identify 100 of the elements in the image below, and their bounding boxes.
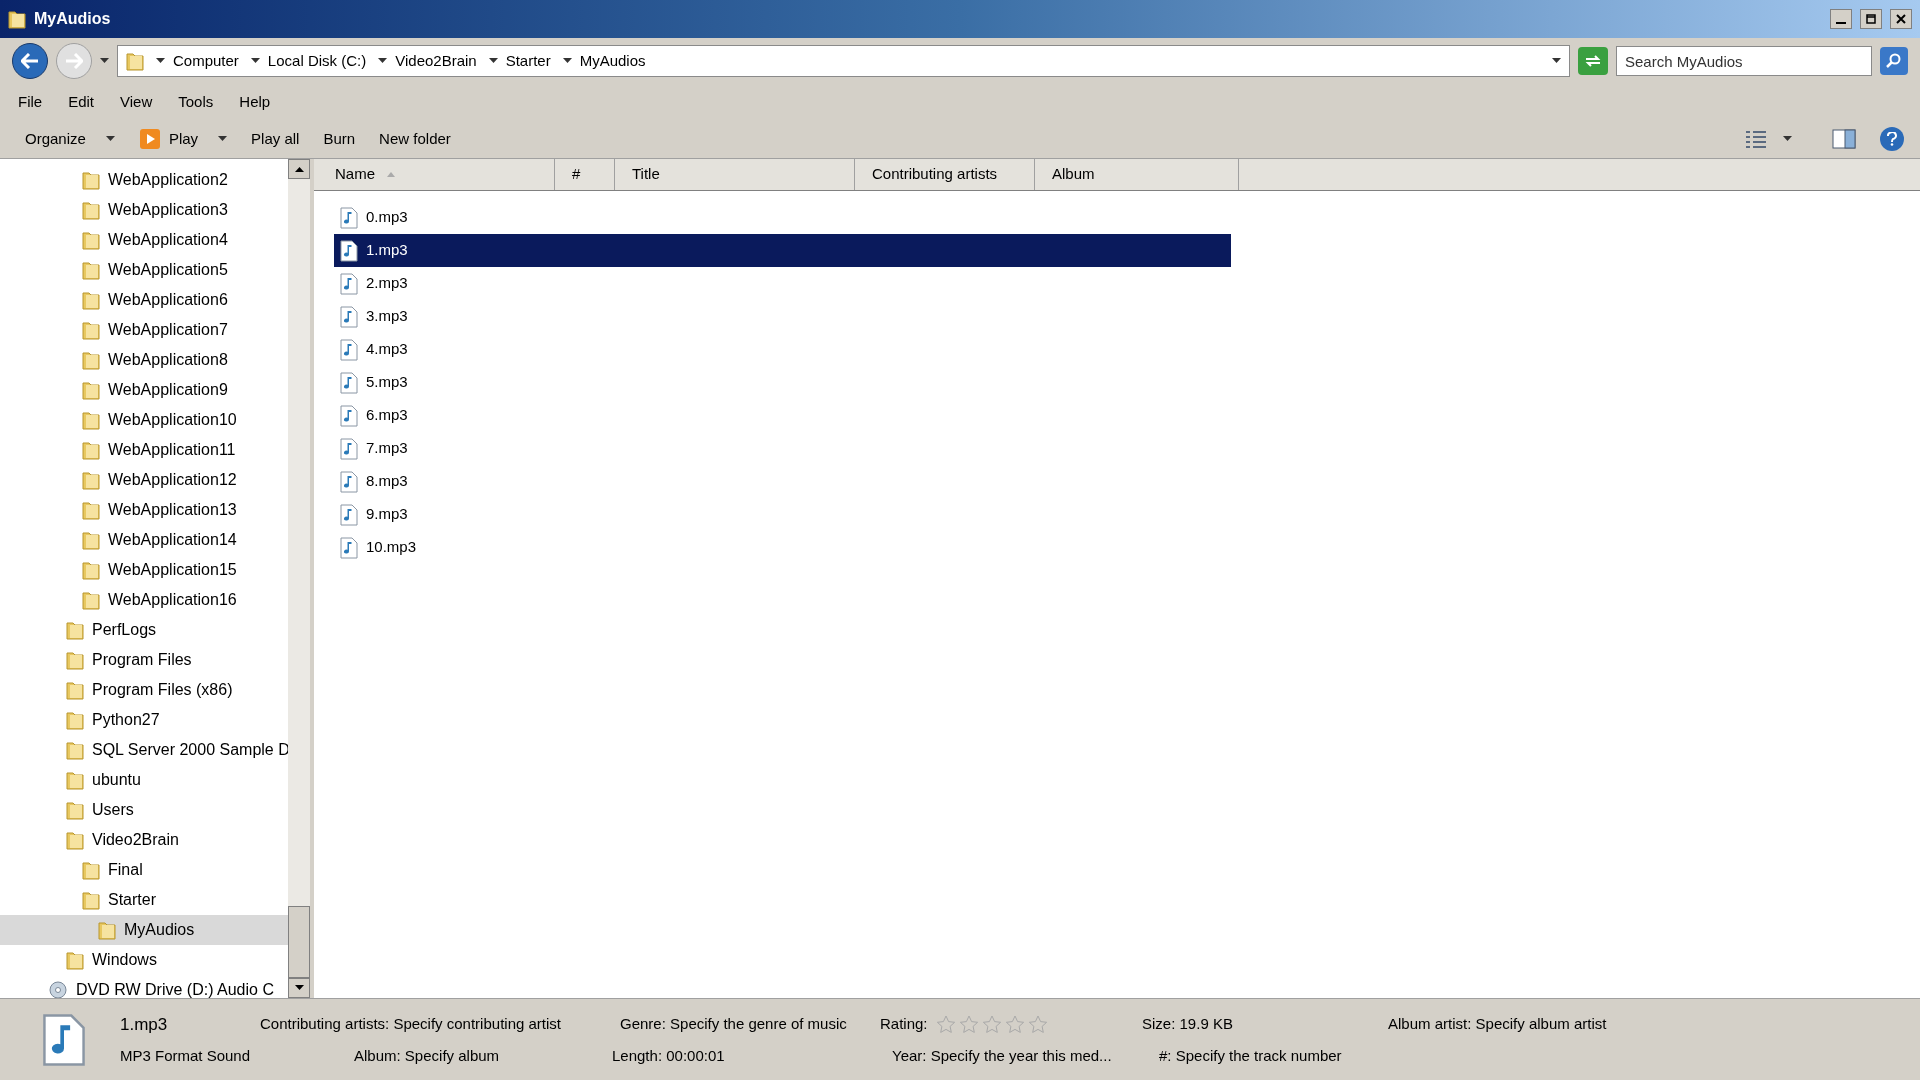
- breadcrumb[interactable]: Video2Brain: [395, 49, 477, 73]
- details-view-icon: [1745, 130, 1767, 148]
- column-header[interactable]: Contributing artists: [855, 159, 1035, 190]
- search-icon: [1886, 53, 1902, 69]
- tree-item[interactable]: WebApplication11: [0, 435, 288, 465]
- tree-item[interactable]: WebApplication14: [0, 525, 288, 555]
- toolbar-button[interactable]: Organize: [25, 127, 115, 151]
- tree-item[interactable]: WebApplication5: [0, 255, 288, 285]
- tree-item[interactable]: WebApplication6: [0, 285, 288, 315]
- breadcrumb[interactable]: Computer: [173, 49, 239, 73]
- menu-item[interactable]: Help: [239, 90, 271, 114]
- tree-item[interactable]: WebApplication9: [0, 375, 288, 405]
- tree-item[interactable]: PerfLogs: [0, 615, 288, 645]
- back-button[interactable]: [12, 43, 48, 79]
- menu-item[interactable]: Edit: [68, 90, 95, 114]
- file-row[interactable]: 2.mp3: [334, 267, 1231, 300]
- tree-item[interactable]: WebApplication2: [0, 165, 288, 195]
- file-row[interactable]: 3.mp3: [334, 300, 1231, 333]
- preview-pane-button[interactable]: [1832, 129, 1856, 149]
- file-row[interactable]: 6.mp3: [334, 399, 1231, 432]
- scroll-down-button[interactable]: [288, 978, 310, 998]
- maximize-icon: [1866, 14, 1876, 24]
- breadcrumb[interactable]: Local Disk (C:): [267, 49, 367, 73]
- scroll-up-button[interactable]: [288, 159, 310, 179]
- tree-item[interactable]: Python27: [0, 705, 288, 735]
- minimize-button[interactable]: [1830, 9, 1852, 29]
- help-button[interactable]: [1880, 127, 1904, 151]
- search-field[interactable]: Search MyAudios: [1616, 46, 1872, 76]
- column-header[interactable]: Title: [615, 159, 855, 190]
- folder-icon: [66, 620, 84, 640]
- refresh-icon: [1584, 54, 1602, 68]
- audio-file-icon: [340, 371, 358, 394]
- tree-item[interactable]: WebApplication15: [0, 555, 288, 585]
- file-row[interactable]: 10.mp3: [334, 531, 1231, 564]
- scrollbar[interactable]: [288, 159, 310, 998]
- caret-icon: [378, 58, 388, 64]
- column-header[interactable]: Album: [1035, 159, 1239, 190]
- tree-item[interactable]: WebApplication7: [0, 315, 288, 345]
- folder-icon: [82, 470, 100, 490]
- tree-item[interactable]: Program Files: [0, 645, 288, 675]
- search-button[interactable]: [1880, 47, 1908, 75]
- file-row[interactable]: 8.mp3: [334, 465, 1231, 498]
- tree-item-label: ubuntu: [92, 770, 141, 790]
- tree-item[interactable]: WebApplication3: [0, 195, 288, 225]
- views-button[interactable]: [1745, 130, 1792, 148]
- tree-item[interactable]: WebApplication4: [0, 225, 288, 255]
- tree-item[interactable]: Windows: [0, 945, 288, 975]
- file-name: 4.mp3: [366, 339, 408, 360]
- toolbar-button[interactable]: Play: [138, 127, 228, 151]
- caret-icon: [250, 58, 260, 64]
- caret-icon: [1783, 136, 1792, 142]
- menu-item[interactable]: File: [18, 90, 43, 114]
- tree-item-label: MyAudios: [124, 920, 195, 940]
- file-row[interactable]: 4.mp3: [334, 333, 1231, 366]
- file-row[interactable]: 5.mp3: [334, 366, 1231, 399]
- scroll-thumb[interactable]: [288, 906, 310, 978]
- address-bar[interactable]: Computer Local Disk (C:) Video2Brain Starter MyAudios: [117, 45, 1570, 77]
- file-row[interactable]: 9.mp3: [334, 498, 1231, 531]
- breadcrumb[interactable]: MyAudios: [579, 49, 646, 73]
- detail-field: Album: Specify album: [354, 1047, 500, 1064]
- tree-item[interactable]: Starter: [0, 885, 288, 915]
- folder-icon: [82, 260, 100, 280]
- audio-file-icon: [340, 305, 358, 328]
- tree-item[interactable]: WebApplication8: [0, 345, 288, 375]
- column-header[interactable]: Name: [318, 159, 555, 190]
- toolbar-button[interactable]: New folder: [379, 127, 451, 151]
- tree-item[interactable]: ubuntu: [0, 765, 288, 795]
- refresh-button[interactable]: [1578, 47, 1608, 75]
- file-row[interactable]: 0.mp3: [334, 201, 1231, 234]
- folder-icon: [66, 770, 84, 790]
- folder-icon: [126, 51, 144, 71]
- column-header[interactable]: #: [555, 159, 615, 190]
- breadcrumb[interactable]: Starter: [505, 49, 551, 73]
- tree-item[interactable]: WebApplication12: [0, 465, 288, 495]
- caret-icon: [156, 58, 165, 64]
- tree-item-label: WebApplication7: [108, 320, 228, 340]
- star-icon: [935, 1014, 956, 1034]
- toolbar-button[interactable]: Play all: [251, 127, 300, 151]
- close-button[interactable]: [1890, 9, 1912, 29]
- menu-item[interactable]: Tools: [178, 90, 214, 114]
- audio-file-icon: [340, 272, 358, 295]
- file-row[interactable]: 1.mp3: [334, 234, 1231, 267]
- tree-item[interactable]: WebApplication13: [0, 495, 288, 525]
- tree-item[interactable]: MyAudios: [0, 915, 288, 945]
- tree-item[interactable]: Final: [0, 855, 288, 885]
- folder-icon: [82, 350, 100, 370]
- maximize-button[interactable]: [1860, 9, 1882, 29]
- menu-item[interactable]: View: [120, 90, 153, 114]
- toolbar-button[interactable]: Burn: [323, 127, 356, 151]
- tree-item[interactable]: DVD RW Drive (D:) Audio C: [0, 975, 288, 998]
- tree-item[interactable]: WebApplication10: [0, 405, 288, 435]
- tree-item[interactable]: WebApplication16: [0, 585, 288, 615]
- preview-pane-icon: [1832, 129, 1856, 149]
- tree-item[interactable]: Program Files (x86): [0, 675, 288, 705]
- tree-item[interactable]: Video2Brain: [0, 825, 288, 855]
- detail-field: Album artist: Specify album artist: [1388, 1015, 1607, 1032]
- file-row[interactable]: 7.mp3: [334, 432, 1231, 465]
- tree-item[interactable]: Users: [0, 795, 288, 825]
- tree-item-label: WebApplication9: [108, 380, 228, 400]
- star-rating[interactable]: [935, 1014, 1048, 1034]
